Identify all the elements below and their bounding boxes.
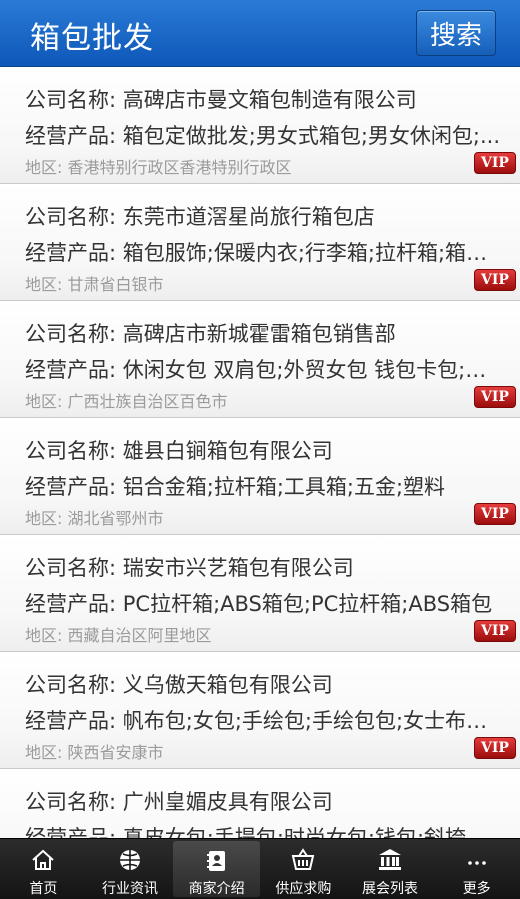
- company-name: 公司名称: 义乌傲天箱包有限公司: [25, 673, 333, 697]
- company-products: 经营产品: 休闲女包 双肩包;外贸女包 钱包卡包;单...: [25, 358, 506, 382]
- globe-icon: [116, 846, 144, 874]
- company-name: 公司名称: 高碑店市新城霍雷箱包销售部: [25, 322, 396, 346]
- company-list: 公司名称: 高碑店市曼文箱包制造有限公司经营产品: 箱包定做批发;男女式箱包;男…: [0, 67, 520, 838]
- company-region: 地区: 西藏自治区阿里地区: [25, 626, 212, 645]
- nav-label: 商家介绍: [188, 881, 245, 897]
- basket-icon: [289, 846, 317, 874]
- list-item[interactable]: 公司名称: 广州皇媚皮具有限公司经营产品: 真皮女包;手提包;时尚女包;钱包;斜…: [0, 769, 520, 838]
- building-icon: [376, 846, 404, 874]
- more-icon: [463, 846, 491, 874]
- company-region: 地区: 香港特别行政区香港特别行政区: [25, 158, 292, 177]
- list-item[interactable]: 公司名称: 东莞市道滘星尚旅行箱包店经营产品: 箱包服饰;保暖内衣;行李箱;拉杆…: [0, 184, 520, 301]
- contacts-icon: [203, 848, 231, 874]
- list-item[interactable]: 公司名称: 高碑店市曼文箱包制造有限公司经营产品: 箱包定做批发;男女式箱包;男…: [0, 67, 520, 184]
- nav-item-4[interactable]: 展会列表: [347, 839, 434, 899]
- company-name: 公司名称: 雄县白锏箱包有限公司: [25, 439, 333, 463]
- home-icon: [29, 846, 57, 874]
- nav-label: 更多: [462, 881, 491, 897]
- nav-label: 首页: [29, 881, 58, 897]
- company-products: 经营产品: 帆布包;女包;手绘包;手绘包包;女士布包;...: [25, 709, 506, 733]
- nav-item-5[interactable]: 更多: [433, 839, 520, 899]
- company-products: 经营产品: 铝合金箱;拉杆箱;工具箱;五金;塑料: [25, 475, 446, 499]
- top-bar: 箱包批发 搜索: [0, 0, 520, 67]
- list-item[interactable]: 公司名称: 高碑店市新城霍雷箱包销售部经营产品: 休闲女包 双肩包;外贸女包 钱…: [0, 301, 520, 418]
- nav-item-0[interactable]: 首页: [0, 839, 87, 899]
- company-region: 地区: 广西壮族自治区百色市: [25, 392, 228, 411]
- bottom-nav: 首页 行业资讯 商家介绍 供应求购 展会列表 更多: [0, 838, 520, 899]
- vip-badge: VIP: [474, 620, 516, 642]
- list-item[interactable]: 公司名称: 义乌傲天箱包有限公司经营产品: 帆布包;女包;手绘包;手绘包包;女士…: [0, 652, 520, 769]
- nav-item-1[interactable]: 行业资讯: [87, 839, 174, 899]
- company-name: 公司名称: 东莞市道滘星尚旅行箱包店: [25, 205, 375, 229]
- company-region: 地区: 甘肃省白银市: [25, 275, 164, 294]
- vip-badge: VIP: [474, 503, 516, 525]
- company-name: 公司名称: 瑞安市兴艺箱包有限公司: [25, 556, 354, 580]
- company-products: 经营产品: 箱包服饰;保暖内衣;行李箱;拉杆箱;箱包;...: [25, 241, 506, 265]
- nav-label: 供应求购: [275, 881, 332, 897]
- vip-badge: VIP: [474, 737, 516, 759]
- company-products: 经营产品: PC拉杆箱;ABS箱包;PC拉杆箱;ABS箱包: [25, 592, 493, 616]
- vip-badge: VIP: [474, 152, 516, 174]
- nav-item-3[interactable]: 供应求购: [260, 839, 347, 899]
- company-products: 经营产品: 真皮女包;手提包;时尚女包;钱包;斜挎包;...: [25, 826, 506, 838]
- list-item[interactable]: 公司名称: 瑞安市兴艺箱包有限公司经营产品: PC拉杆箱;ABS箱包;PC拉杆箱…: [0, 535, 520, 652]
- vip-badge: VIP: [474, 269, 516, 291]
- company-products: 经营产品: 箱包定做批发;男女式箱包;男女休闲包;...: [25, 124, 501, 148]
- app-screen: 箱包批发 搜索 公司名称: 高碑店市曼文箱包制造有限公司经营产品: 箱包定做批发…: [0, 0, 520, 899]
- search-button[interactable]: 搜索: [416, 10, 496, 56]
- vip-badge: VIP: [474, 386, 516, 408]
- page-title: 箱包批发: [30, 21, 154, 56]
- company-region: 地区: 陕西省安康市: [25, 743, 164, 762]
- company-region: 地区: 湖北省鄂州市: [25, 509, 164, 528]
- nav-label: 行业资讯: [102, 881, 158, 897]
- list-item[interactable]: 公司名称: 雄县白锏箱包有限公司经营产品: 铝合金箱;拉杆箱;工具箱;五金;塑料…: [0, 418, 520, 535]
- nav-label: 展会列表: [362, 881, 419, 897]
- nav-item-2[interactable]: 商家介绍: [173, 841, 261, 897]
- company-name: 公司名称: 高碑店市曼文箱包制造有限公司: [25, 88, 417, 112]
- company-name: 公司名称: 广州皇媚皮具有限公司: [25, 790, 333, 814]
